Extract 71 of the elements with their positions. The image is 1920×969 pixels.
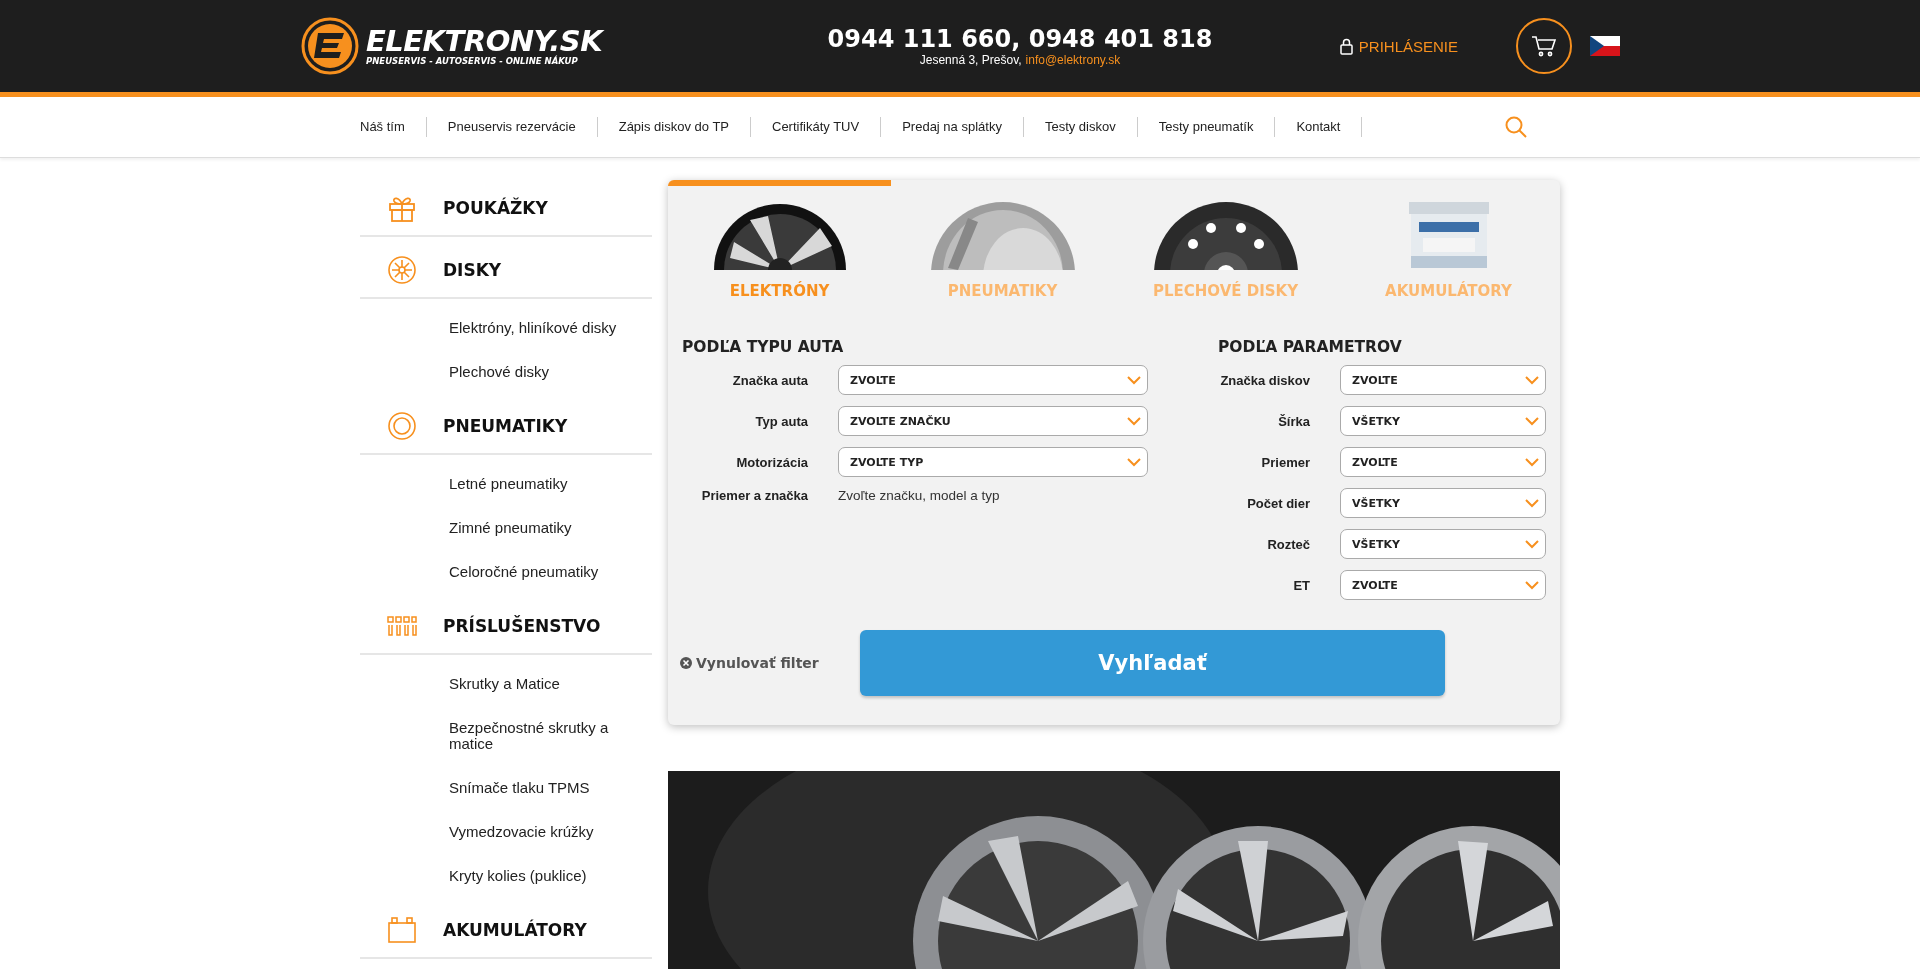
field-label: Značka diskov: [1219, 372, 1310, 388]
subcategory-link[interactable]: Kryty kolies (puklice): [360, 854, 652, 898]
chevron-down-icon: [1525, 580, 1539, 590]
subcategory-link[interactable]: Snímače tlaku TPMS: [360, 766, 652, 810]
wheel-icon: [386, 254, 417, 285]
subcategory-link[interactable]: Celoročné pneumatiky: [360, 550, 652, 594]
nav-link[interactable]: Testy diskov: [1023, 117, 1138, 137]
nav-link[interactable]: Certifikáty TUV: [751, 117, 882, 137]
field-label: Typ auta: [754, 413, 808, 429]
cart-icon: [1531, 35, 1557, 57]
dropdown[interactable]: VŠETKY: [1340, 529, 1546, 559]
battery-icon: [386, 914, 417, 945]
dropdown[interactable]: ZVOĽTE: [1340, 447, 1546, 477]
email-link[interactable]: info@elektrony.sk: [1025, 53, 1121, 67]
field-label: Priemer a značka: [700, 488, 808, 503]
brand-name: ELEKTRONY.SK: [366, 26, 603, 56]
dropdown[interactable]: VŠETKY: [1340, 488, 1546, 518]
nav-link[interactable]: Testy pneumatík: [1137, 117, 1276, 137]
dropdown[interactable]: ZVOĽTE TYP: [838, 447, 1148, 477]
cart-button[interactable]: [1516, 18, 1572, 74]
chevron-down-icon: [1525, 416, 1539, 426]
reset-filter-button[interactable]: Vynulovať filter: [680, 655, 860, 671]
phone-numbers: 0944 111 660, 0948 401 818: [827, 25, 1213, 53]
dropdown[interactable]: ZVOĽTE: [838, 365, 1148, 395]
field-label: Rozteč: [1266, 536, 1310, 552]
subcategory-link[interactable]: Plechové disky: [360, 350, 652, 394]
tire-icon: [386, 410, 417, 441]
subcategory-link[interactable]: Bezpečnostné skrutky a matice: [360, 706, 652, 766]
subcategory-link[interactable]: Skrutky a Matice: [360, 662, 652, 706]
flag-icon[interactable]: [1590, 36, 1620, 56]
close-icon: [680, 657, 692, 669]
nav-link[interactable]: Kontakt: [1275, 117, 1363, 137]
chevron-down-icon: [1127, 375, 1141, 385]
category-heading[interactable]: AKUMULÁTORY: [360, 902, 652, 959]
dropdown[interactable]: ZVOĽTE: [1340, 570, 1546, 600]
field-label: Počet dier: [1246, 495, 1310, 511]
chevron-down-icon: [1127, 457, 1141, 467]
subcategory-link[interactable]: Elektróny, hliníkové disky: [360, 306, 652, 350]
bolts-icon: [386, 614, 417, 637]
chevron-down-icon: [1525, 539, 1539, 549]
field-label: Značka auta: [731, 372, 808, 388]
logo-icon: [300, 16, 360, 76]
nav-link[interactable]: Pneuservis rezervácie: [426, 117, 598, 137]
subcategory-link[interactable]: Vymedzovacie krúžky: [360, 810, 652, 854]
section-title: PODĽA TYPU AUTA: [682, 338, 845, 356]
dropdown[interactable]: VŠETKY: [1340, 406, 1546, 436]
subcategory-link[interactable]: Zimné pneumatiky: [360, 506, 652, 550]
dropdown[interactable]: ZVOĽTE: [1340, 365, 1546, 395]
field-label: Šírka: [1277, 413, 1310, 429]
category-heading[interactable]: DISKY: [360, 242, 652, 299]
category-heading[interactable]: PRÍSLUŠENSTVO: [360, 598, 652, 655]
padlock-icon: [1339, 37, 1353, 55]
category-heading[interactable]: PNEUMATIKY: [360, 398, 652, 455]
field-label: ET: [1292, 577, 1310, 593]
category-heading[interactable]: POUKÁŽKY: [360, 180, 652, 237]
field-label: Motorizácia: [735, 454, 808, 470]
subcategory-link[interactable]: Letné pneumatiky: [360, 462, 652, 506]
section-title: PODĽA PARAMETROV: [1218, 338, 1403, 356]
address: Jesenná 3, Prešov,: [919, 53, 1022, 67]
field-label: Priemer: [1260, 454, 1310, 470]
chevron-down-icon: [1127, 416, 1141, 426]
chevron-down-icon: [1525, 498, 1539, 508]
login-link[interactable]: PRIHLÁSENIE: [1339, 37, 1458, 55]
hint-text: Zvoľte značku, model a typ: [838, 488, 1001, 503]
chevron-down-icon: [1525, 457, 1539, 467]
nav-link[interactable]: Predaj na splátky: [881, 117, 1024, 137]
dropdown[interactable]: ZVOĽTE ZNAČKU: [838, 406, 1148, 436]
nav-link[interactable]: Zápis diskov do TP: [597, 117, 751, 137]
chevron-down-icon: [1525, 375, 1539, 385]
brand-tagline: PNEUSERVIS - AUTOSERVIS - ONLINE NÁKUP: [366, 56, 579, 66]
nav-link[interactable]: Náš tím: [360, 117, 427, 137]
